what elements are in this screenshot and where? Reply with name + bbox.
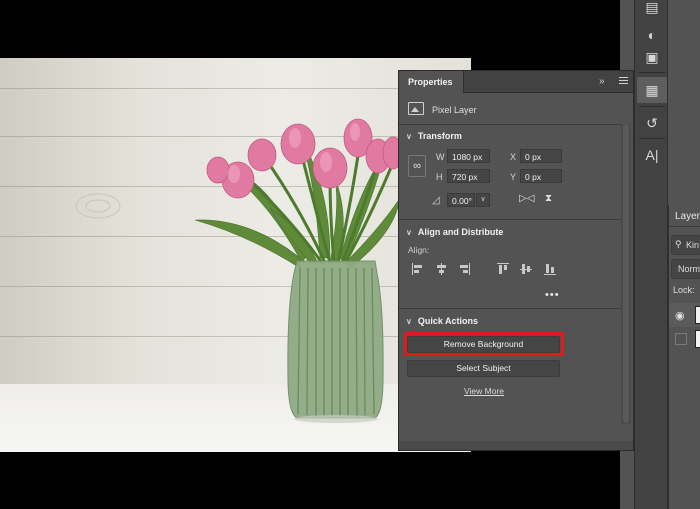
height-field[interactable]: 720 px	[447, 169, 490, 183]
align-title: Align and Distribute	[417, 227, 504, 237]
y-position-field[interactable]: 0 px	[520, 169, 562, 183]
chevron-down-icon: ∨	[406, 228, 412, 237]
notes-icon[interactable]: ▤	[637, 0, 667, 20]
search-icon: ⚲	[675, 239, 682, 249]
align-section-header[interactable]: ∨ Align and Distribute	[406, 227, 503, 237]
chevron-down-icon: ∨	[406, 132, 412, 141]
swatches-icon[interactable]: ▣	[637, 44, 667, 70]
section-divider	[399, 308, 621, 309]
chevron-down-icon: ∨	[406, 317, 412, 326]
align-left-edges-icon[interactable]	[412, 263, 424, 275]
width-field[interactable]: 1080 px	[447, 149, 490, 163]
layer-row[interactable]: ◉	[669, 303, 700, 327]
transform-title: Transform	[417, 131, 462, 141]
quick-actions-section-header[interactable]: ∨ Quick Actions	[406, 316, 478, 326]
panel-menu-icon[interactable]	[619, 75, 629, 87]
more-options-icon[interactable]: •••	[545, 289, 560, 301]
blend-mode-select[interactable]: Norma	[671, 259, 700, 279]
layer-filter-kind-label: Kin	[686, 240, 700, 250]
chevron-down-icon[interactable]: ∨	[476, 193, 490, 207]
width-label: W	[436, 152, 445, 162]
section-divider	[399, 124, 621, 125]
y-label: Y	[510, 172, 517, 182]
height-label: H	[436, 172, 443, 182]
collapse-panel-icon[interactable]: »	[599, 76, 605, 87]
strip-divider	[639, 72, 665, 73]
panel-scrollbar[interactable]	[621, 124, 631, 424]
x-position-field[interactable]: 0 px	[520, 149, 562, 163]
history-icon[interactable]: ↺	[637, 110, 667, 136]
scrollbar-thumb[interactable]	[623, 124, 629, 423]
align-bottom-edges-icon[interactable]	[544, 263, 556, 275]
panel-icon-strip: ▤ ◐ ▣ ▦ ↺ A|	[634, 0, 668, 509]
angle-icon: ◿	[432, 195, 440, 206]
strip-divider	[639, 106, 665, 107]
character-icon[interactable]: A|	[637, 142, 667, 168]
layer-type-label: Pixel Layer	[432, 105, 477, 115]
image-icon	[408, 102, 424, 115]
flip-vertical-icon[interactable]: ⧗	[545, 193, 552, 204]
angle-field[interactable]: 0.00°	[447, 193, 475, 207]
x-label: X	[510, 152, 517, 162]
lock-label: Lock:	[673, 285, 695, 295]
photoshop-workspace: ▤ ◐ ▣ ▦ ↺ A| Layers ⚲ Kin Norma Lock: ◉ …	[0, 0, 700, 509]
layer-row[interactable]	[669, 329, 700, 351]
section-divider	[399, 219, 621, 220]
layers-panel: Layers ⚲ Kin Norma Lock: ◉	[668, 205, 700, 509]
character-glyph: A|	[645, 147, 659, 163]
flip-horizontal-icon[interactable]: ▷◁	[519, 193, 534, 204]
remove-background-button[interactable]: Remove Background	[407, 336, 560, 353]
panel-footer	[399, 441, 633, 450]
strip-divider	[639, 138, 665, 139]
align-vertical-centers-icon[interactable]	[520, 263, 532, 275]
align-label: Align:	[408, 245, 430, 255]
view-more-link[interactable]: View More	[399, 386, 569, 396]
align-horizontal-centers-icon[interactable]	[436, 263, 448, 275]
layer-filter-kind-select[interactable]: ⚲ Kin	[671, 235, 700, 255]
histogram-icon[interactable]: ▦	[637, 77, 667, 103]
transform-section-header[interactable]: ∨ Transform	[406, 131, 462, 141]
eye-icon[interactable]: ◉	[675, 309, 685, 322]
layer-thumbnail	[695, 330, 700, 348]
tab-layers[interactable]: Layers	[669, 205, 700, 227]
layer-type-row: Pixel Layer	[399, 97, 621, 121]
select-subject-button[interactable]: Select Subject	[407, 360, 560, 377]
align-right-edges-icon[interactable]	[459, 263, 471, 275]
quick-actions-title: Quick Actions	[417, 316, 479, 326]
properties-panel-header: Properties »	[399, 71, 633, 93]
link-icon[interactable]: ∞	[408, 155, 426, 177]
tab-properties[interactable]: Properties	[399, 71, 464, 93]
align-top-edges-icon[interactable]	[497, 263, 509, 275]
visibility-toggle[interactable]	[675, 333, 687, 345]
layer-thumbnail	[695, 306, 700, 324]
properties-panel: Properties » Pixel Layer ∨ Transform ∞ W …	[398, 70, 634, 451]
